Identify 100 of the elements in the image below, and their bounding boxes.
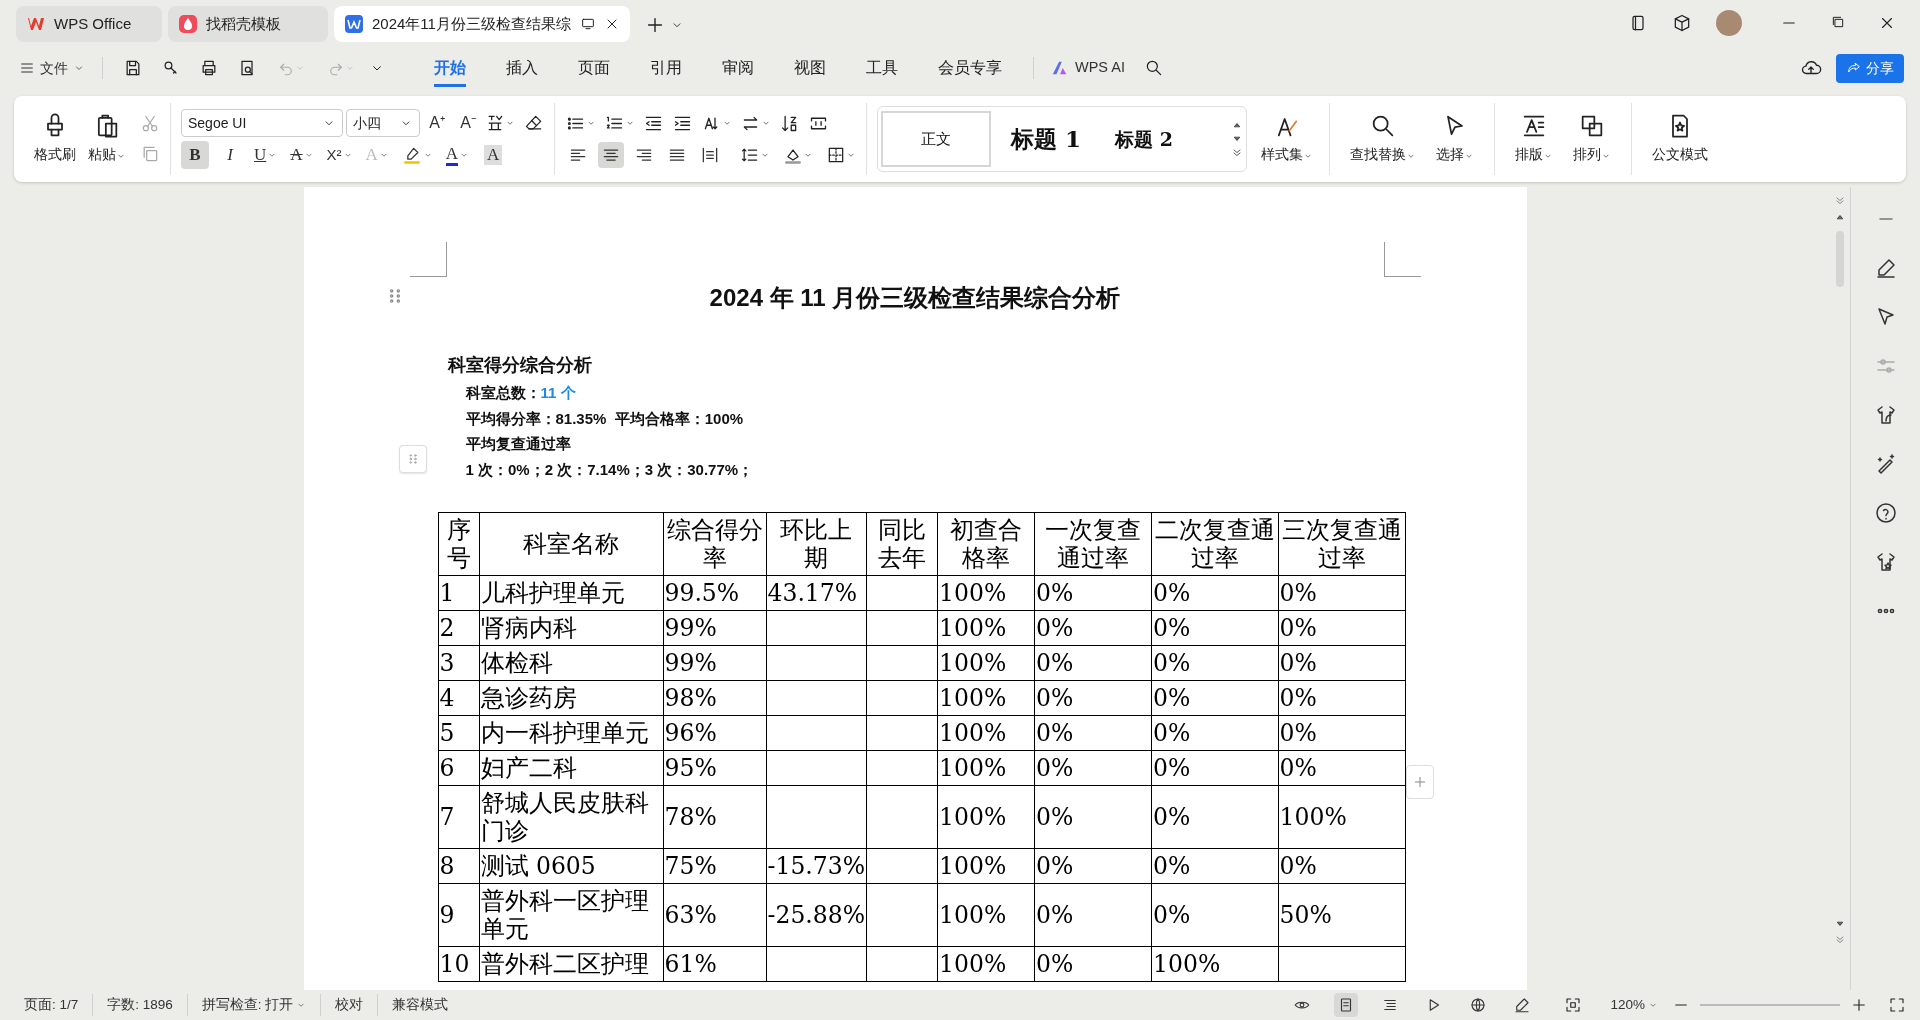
zoom-dropdown[interactable]: 120% xyxy=(1600,992,1668,1018)
italic-button[interactable]: I xyxy=(216,141,244,169)
font-color-button[interactable]: A xyxy=(442,141,473,169)
summary-line: 平均得分率：81.35% 平均合格率：100% xyxy=(465,408,744,429)
table-cell: 50% xyxy=(1279,901,1332,929)
font-name-dropdown[interactable]: Segoe UI xyxy=(181,109,343,137)
section-heading: 科室得分综合分析 xyxy=(447,353,593,377)
zoom-in-icon[interactable] xyxy=(1850,996,1868,1014)
table-cell: 0% xyxy=(1153,719,1191,747)
table-cell: 99.5% xyxy=(664,579,740,607)
column-header: 二次复查通过率 xyxy=(1153,516,1276,572)
summary-line: 平均复查通过率 xyxy=(465,434,571,454)
style-option[interactable]: 正文 xyxy=(881,111,991,167)
table-cell: 75% xyxy=(664,852,717,880)
share-button[interactable]: 分享 xyxy=(1836,53,1904,83)
table-cell: 96% xyxy=(664,719,717,747)
fullscreen-icon[interactable] xyxy=(1888,996,1906,1014)
table-cell: 43.17% xyxy=(767,579,858,607)
table-cell: 63% xyxy=(664,901,717,929)
status-item[interactable]: 字数: 1896 xyxy=(97,992,183,1018)
ribbon-tab[interactable]: 工具 xyxy=(866,49,898,87)
table-cell: 0% xyxy=(1153,754,1191,782)
table-cell: 0% xyxy=(1153,852,1191,880)
table-cell: 100% xyxy=(939,901,1007,929)
status-item[interactable]: 校对 xyxy=(325,992,374,1018)
table-cell: 测试 0605 xyxy=(480,852,596,880)
style-set-button[interactable]: 样式集 xyxy=(1255,110,1319,168)
column-header: 科室名称 xyxy=(522,530,620,558)
format-painter-button[interactable]: 格式刷 xyxy=(28,110,82,168)
ribbon-tab[interactable]: 引用 xyxy=(650,49,682,87)
page-view-button[interactable] xyxy=(1334,993,1359,1017)
help-icon[interactable] xyxy=(1873,501,1898,525)
monitor-icon[interactable] xyxy=(580,16,596,32)
table-cell: 0% xyxy=(1153,901,1191,929)
table-cell: 0% xyxy=(1153,803,1191,831)
column-header: 三次复查通过率 xyxy=(1280,516,1403,572)
style-option[interactable]: 标题 1 xyxy=(997,111,1095,167)
scroll-top-icon[interactable] xyxy=(1834,195,1846,207)
highlight-icon xyxy=(401,145,422,165)
window-tab[interactable]: 2024年11月份三级检查结果综 xyxy=(334,6,630,42)
font-size-dropdown[interactable]: 小四 xyxy=(346,109,420,137)
column-header: 序号 xyxy=(445,516,472,572)
border-icon[interactable] xyxy=(826,145,846,165)
table-cell: 6 xyxy=(439,754,455,782)
ribbon-tab[interactable]: 页面 xyxy=(578,49,610,87)
avatar[interactable] xyxy=(1716,10,1742,36)
ribbon-tab[interactable]: 开始 xyxy=(434,49,466,87)
wps-ai-button[interactable]: WPS AI xyxy=(1048,54,1128,82)
table-cell: 100% xyxy=(939,803,1007,831)
table-cell: 急诊药房 xyxy=(480,684,577,712)
table-cell: 0% xyxy=(1153,579,1191,607)
column-header: 环比上期 xyxy=(779,516,854,572)
fit-page-icon[interactable] xyxy=(1564,996,1583,1014)
ribbon-tab[interactable]: 视图 xyxy=(794,49,826,87)
page-down-icon[interactable] xyxy=(1834,934,1846,946)
font-size-step-button[interactable]: A⁺ xyxy=(423,109,451,137)
add-column-button[interactable] xyxy=(1405,765,1434,799)
table-cell: 100% xyxy=(939,719,1007,747)
arrange-button[interactable]: 排列 xyxy=(1567,110,1617,168)
style-option[interactable]: 标题 2 xyxy=(1101,111,1187,167)
font-size-step-button[interactable]: A⁻ xyxy=(454,109,482,137)
find-button[interactable]: 查找替换 xyxy=(1344,110,1422,168)
ribbon-tab[interactable]: 会员专享 xyxy=(938,49,1002,87)
table-cell: 100% xyxy=(939,684,1007,712)
table-cell: 0% xyxy=(1036,579,1074,607)
table-cell: 普外科一区护理单元 xyxy=(480,887,649,943)
status-item[interactable]: 拼写检查: 打开 xyxy=(191,992,317,1018)
table-cell: 0% xyxy=(1036,684,1074,712)
web-icon xyxy=(1469,996,1488,1014)
align-center-button[interactable] xyxy=(598,142,624,168)
table-cell: 99% xyxy=(664,649,717,677)
status-item[interactable]: 兼容模式 xyxy=(382,992,459,1018)
layout-button[interactable]: 排版 xyxy=(1509,110,1559,168)
table-cell: 100% xyxy=(939,649,1007,677)
table-cell: 100% xyxy=(939,852,1007,880)
ribbon-tab[interactable]: 插入 xyxy=(506,49,538,87)
block-handle[interactable] xyxy=(398,445,427,473)
status-item[interactable]: 页面: 1/7 xyxy=(14,992,89,1018)
window-tab[interactable]: 找稻壳模板 xyxy=(168,6,328,42)
ribbon-tab[interactable]: 审阅 xyxy=(722,49,754,87)
window-tab[interactable]: WPS Office xyxy=(16,6,162,42)
file-menu[interactable]: 文件 xyxy=(16,54,88,82)
table-cell: 肾病内科 xyxy=(480,614,577,642)
char-shading-button[interactable]: A xyxy=(479,141,508,169)
table-cell: 9 xyxy=(439,901,455,929)
underline-button[interactable]: U xyxy=(251,141,281,169)
distributed-icon xyxy=(700,145,720,165)
expand-icon[interactable] xyxy=(1231,147,1243,159)
strikethrough-button[interactable]: A xyxy=(287,141,317,169)
summary-line: 1 次：0%；2 次：7.14%；3 次：30.77%； xyxy=(465,459,754,480)
paste-button[interactable]: 粘贴 xyxy=(82,110,132,168)
bold-button[interactable]: B xyxy=(181,141,209,169)
select-button[interactable]: 选择 xyxy=(1430,110,1480,168)
superscript-button[interactable]: X² xyxy=(323,141,356,169)
table-cell: 99% xyxy=(664,614,717,642)
table-cell: 100% xyxy=(1279,803,1347,831)
cube-icon[interactable] xyxy=(1672,13,1692,33)
official-button[interactable]: 公文模式 xyxy=(1646,110,1714,168)
restore-icon[interactable] xyxy=(1830,14,1846,30)
writer-logo xyxy=(344,14,364,34)
